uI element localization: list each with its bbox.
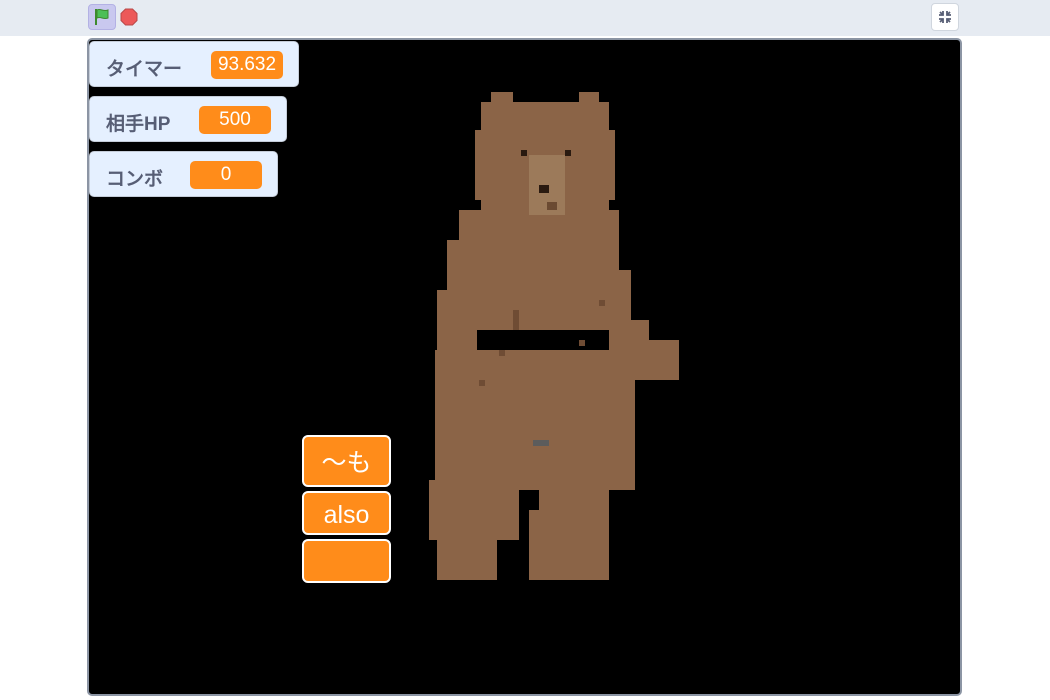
stage-header <box>0 0 1050 36</box>
monitor-label: 相手HP <box>106 114 171 135</box>
monitor-value: 500 <box>199 106 271 134</box>
monitor-label: タイマー <box>106 59 183 80</box>
monitor-opponent-hp: 相手HP 500 <box>89 96 287 142</box>
monitor-timer: タイマー 93.632 <box>89 41 299 87</box>
monitor-combo: コンボ 0 <box>89 151 278 197</box>
choice-button[interactable] <box>302 539 391 583</box>
exit-fullscreen-icon <box>939 11 951 23</box>
stop-button[interactable] <box>120 8 138 26</box>
stage[interactable]: タイマー 93.632 相手HP 500 コンボ 0 〜も also <box>87 38 962 696</box>
choice-button[interactable]: also <box>302 491 391 535</box>
bear-sprite <box>429 92 679 580</box>
choice-button[interactable]: 〜も <box>302 435 391 487</box>
stop-icon <box>120 8 138 26</box>
monitor-value: 0 <box>190 161 262 189</box>
monitor-value: 93.632 <box>211 51 283 79</box>
exit-fullscreen-button[interactable] <box>931 3 959 31</box>
green-flag-button[interactable] <box>88 4 116 30</box>
monitor-label: コンボ <box>106 169 164 190</box>
green-flag-icon <box>95 8 109 25</box>
